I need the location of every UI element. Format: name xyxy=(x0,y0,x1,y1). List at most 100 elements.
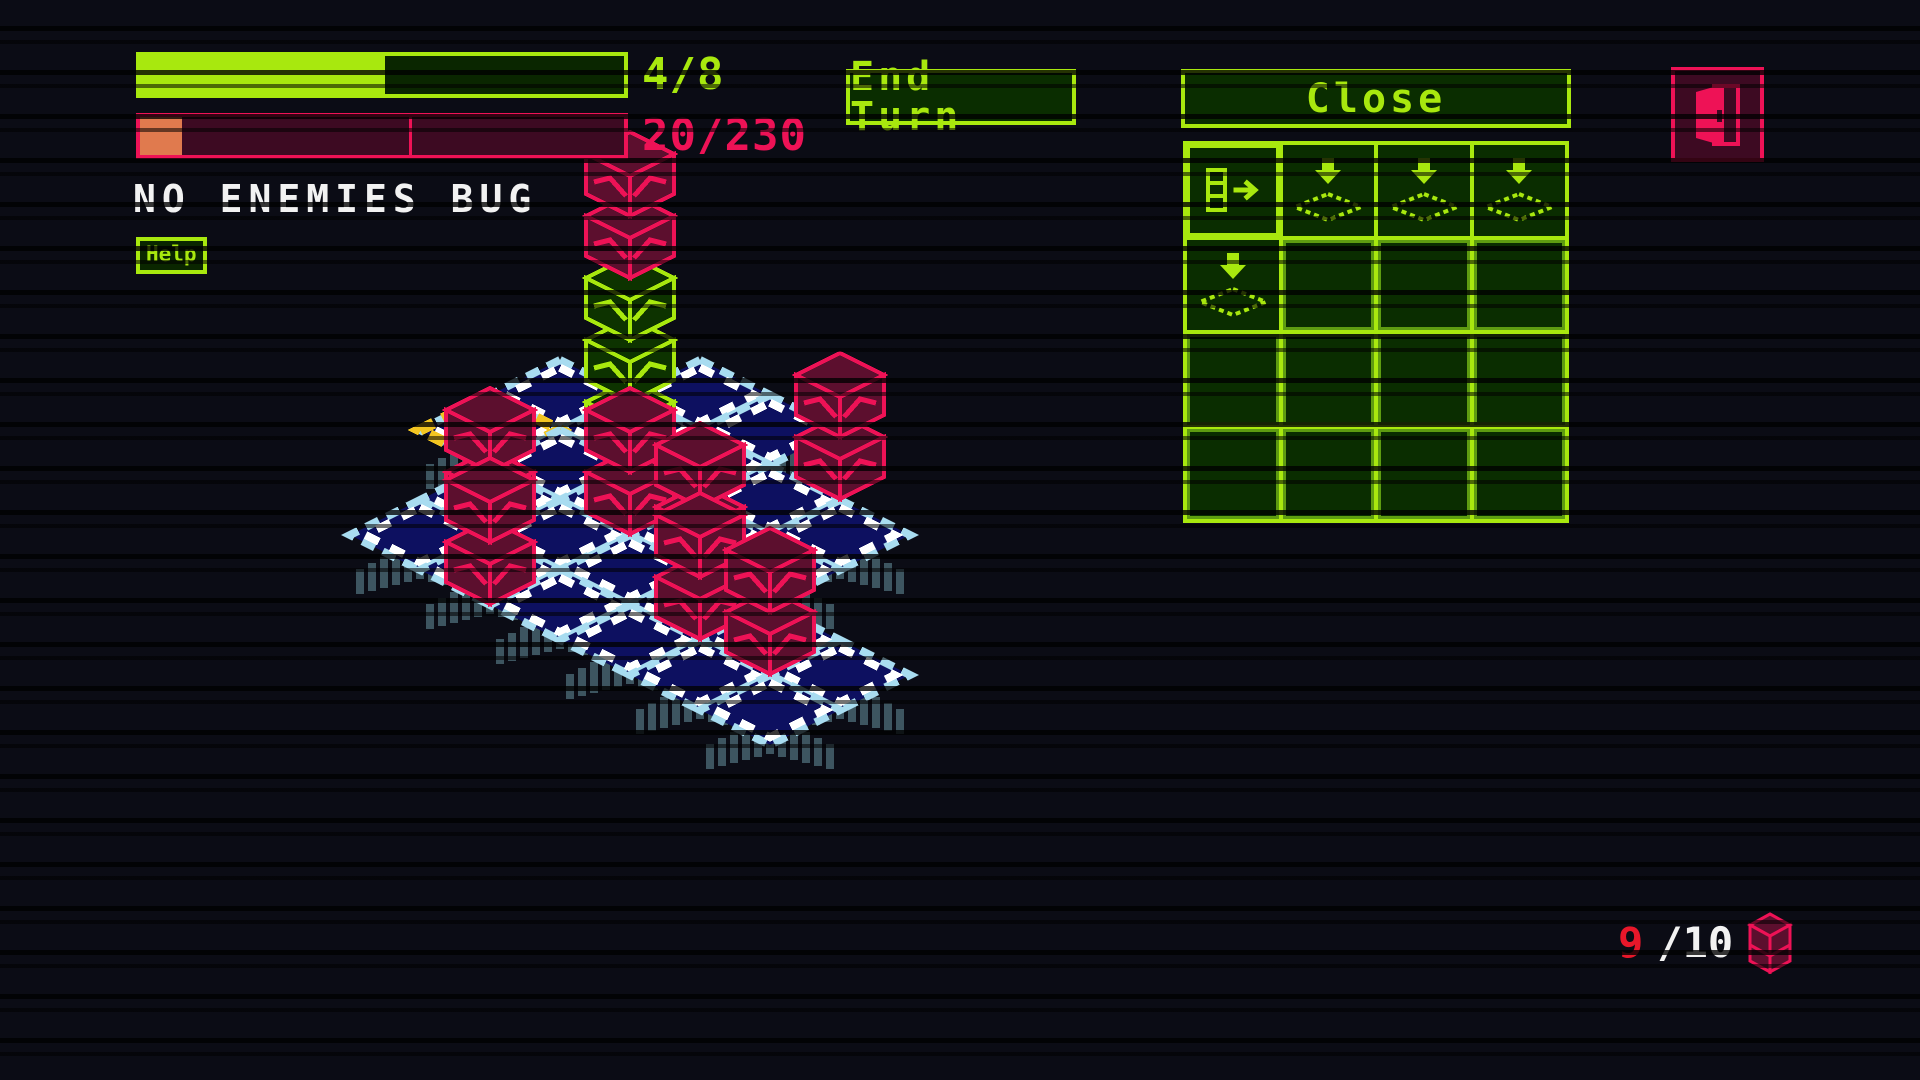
inventory-grid[interactable] xyxy=(1183,141,1569,523)
tile-leg xyxy=(672,411,680,445)
cube-left xyxy=(584,150,632,220)
enemy-unit[interactable] xyxy=(441,385,539,538)
inventory-slot-12[interactable] xyxy=(1187,428,1279,519)
tile-inner-rim xyxy=(426,398,554,462)
tile-rim xyxy=(621,425,779,505)
inventory-slot-3[interactable] xyxy=(1473,145,1565,236)
cube-left xyxy=(584,398,632,468)
board-tile[interactable] xyxy=(481,425,639,524)
cube-right xyxy=(628,212,676,282)
board-tile[interactable] xyxy=(551,460,709,559)
tile-leg xyxy=(756,569,764,594)
inventory-slot-2[interactable] xyxy=(1378,145,1470,236)
tile-leg xyxy=(556,609,564,649)
board-tile[interactable] xyxy=(691,390,849,489)
tile-inner-rim xyxy=(706,678,834,742)
board-tile[interactable] xyxy=(481,355,639,454)
cube-segment xyxy=(441,447,539,538)
cube-left xyxy=(724,608,772,678)
inventory-slot-1[interactable] xyxy=(1282,145,1374,236)
enemy-unit[interactable] xyxy=(721,525,819,678)
tile-leg xyxy=(556,469,564,509)
enemy-unit[interactable] xyxy=(441,455,539,608)
board-tile[interactable] xyxy=(621,355,779,454)
exit-door-button[interactable] xyxy=(1671,67,1764,162)
tile-leg xyxy=(438,598,446,626)
enemy-unit[interactable] xyxy=(651,420,749,573)
board-tile[interactable] xyxy=(621,425,779,524)
cube-segment xyxy=(791,350,889,441)
tile-leg xyxy=(754,650,762,687)
board-tile[interactable] xyxy=(411,460,569,559)
inventory-slot-6[interactable] xyxy=(1378,239,1470,330)
board-tile[interactable] xyxy=(481,565,639,664)
inventory-slot-13[interactable] xyxy=(1282,428,1374,519)
board-tile[interactable] xyxy=(551,390,709,489)
tile-leg xyxy=(546,464,554,489)
inventory-slot-11[interactable] xyxy=(1473,334,1565,425)
inventory-slot-5[interactable] xyxy=(1282,239,1374,330)
board-tile[interactable] xyxy=(411,530,569,629)
inventory-slot-0[interactable] xyxy=(1187,145,1279,236)
board-tile[interactable] xyxy=(691,530,849,629)
board-tile[interactable] xyxy=(551,530,709,629)
tile-leg xyxy=(848,545,856,582)
enemy-unit[interactable] xyxy=(791,350,889,503)
tile-leg xyxy=(474,440,482,477)
inventory-slot-10[interactable] xyxy=(1378,334,1470,425)
enemy-unit[interactable] xyxy=(651,490,749,643)
cube-right xyxy=(768,546,816,616)
tile-leg xyxy=(824,545,832,582)
tile-leg xyxy=(802,662,810,693)
board-tile[interactable] xyxy=(691,600,849,699)
tile-leg xyxy=(732,697,740,728)
tile-leg xyxy=(592,417,600,448)
board-tile[interactable] xyxy=(621,495,779,594)
tile-leg xyxy=(602,656,610,690)
inventory-slot-4[interactable] xyxy=(1187,239,1279,330)
board-tile[interactable] xyxy=(407,388,573,489)
tile-leg xyxy=(474,580,482,617)
inventory-slot-9[interactable] xyxy=(1282,334,1374,425)
cube-left xyxy=(584,468,632,538)
game-screen: 4/8 20/230 NO ENEMIES BUG Help End Turn … xyxy=(0,0,1920,1080)
help-button[interactable]: Help xyxy=(136,237,207,274)
tile-leg xyxy=(744,703,752,731)
end-turn-button[interactable]: End Turn xyxy=(846,57,1076,137)
inventory-slot-8[interactable] xyxy=(1187,334,1279,425)
tile-leg xyxy=(788,563,796,591)
board-tile[interactable] xyxy=(691,670,849,769)
player-unit[interactable] xyxy=(581,129,679,468)
tile-leg xyxy=(718,598,726,626)
board-tile[interactable] xyxy=(341,495,499,594)
inventory-slot-7[interactable] xyxy=(1473,239,1565,330)
board-tile[interactable] xyxy=(621,565,779,664)
board-tile[interactable] xyxy=(621,635,779,734)
tile-face xyxy=(350,500,490,570)
board-tile[interactable] xyxy=(761,635,919,734)
tile-leg xyxy=(556,399,564,439)
inventory-slot-14[interactable] xyxy=(1378,428,1470,519)
tile-leg xyxy=(616,499,624,524)
tile-rim xyxy=(691,530,849,610)
enemy-unit[interactable] xyxy=(581,385,679,538)
tile-leg xyxy=(744,423,752,451)
inventory-slot-15[interactable] xyxy=(1473,428,1565,519)
tile-leg xyxy=(718,458,726,486)
tile-rim xyxy=(551,460,709,540)
cube-top xyxy=(441,447,539,497)
tile-leg xyxy=(580,551,588,585)
tile-leg xyxy=(756,709,764,734)
board-tile[interactable] xyxy=(761,495,919,594)
close-button[interactable]: Close xyxy=(1181,69,1571,128)
tile-inner-rim xyxy=(706,468,834,532)
tile-face xyxy=(420,465,560,535)
board-tile[interactable] xyxy=(691,460,849,559)
tile-leg xyxy=(720,481,728,515)
tile-leg xyxy=(778,510,786,547)
board-tile[interactable] xyxy=(551,600,709,699)
tile-leg xyxy=(660,697,668,728)
tile-leg xyxy=(730,522,738,553)
board-tile[interactable] xyxy=(481,495,639,594)
tile-leg xyxy=(578,528,586,556)
